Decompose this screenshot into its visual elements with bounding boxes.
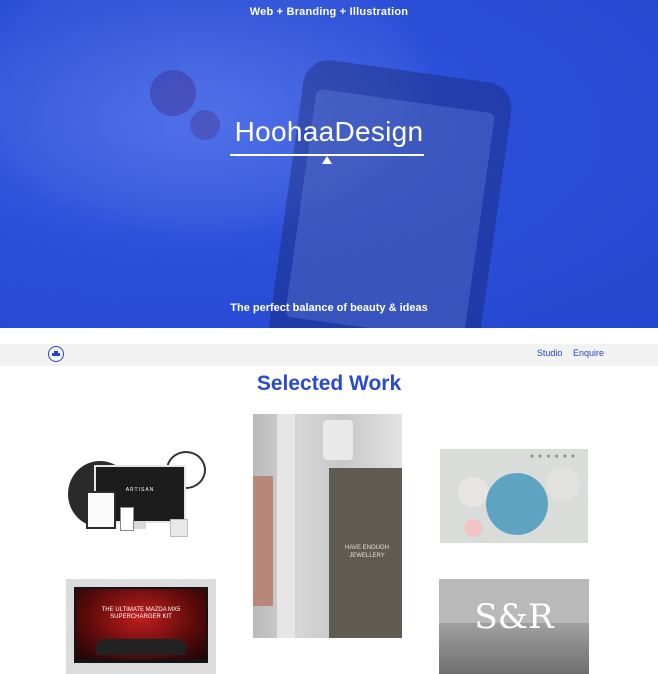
- work-card-mazda-supercharger[interactable]: THE ULTIMATE MAZDA MX5 SUPERCHARGER KIT: [66, 579, 216, 674]
- nav-link-enquire[interactable]: Enquire: [573, 348, 604, 358]
- work-card-bubbles-website[interactable]: ● ● ● ● ● ●: [440, 449, 588, 543]
- shopfront-poster: [253, 476, 273, 606]
- hero-berry-decoration: [150, 70, 196, 116]
- nav-links: Studio Enquire: [529, 348, 604, 358]
- shop-window-text: HAVE ENOUGH JEWELLERY: [345, 545, 389, 559]
- car-image: [96, 639, 186, 655]
- work-card-artisan[interactable]: ARTISAN: [66, 447, 212, 543]
- logo-icon[interactable]: [48, 346, 64, 362]
- hero-logo-text[interactable]: HoohaaDesign: [0, 116, 658, 148]
- nav-link-studio[interactable]: Studio: [537, 348, 563, 358]
- work-card-jewellery-shop[interactable]: HAVE ENOUGH JEWELLERY: [253, 414, 402, 638]
- logo-triangle-icon: [322, 156, 332, 164]
- bubble-main-decoration: [486, 473, 548, 535]
- hero-services-text: Web + Branding + Illustration: [249, 6, 409, 18]
- sr-logo-text: S&R: [474, 597, 554, 637]
- section-title: Selected Work: [256, 372, 402, 395]
- phone-image: [120, 507, 134, 531]
- hero-tagline: The perfect balance of beauty & ideas: [230, 302, 428, 314]
- work-card-sr-branding[interactable]: S&R: [439, 579, 589, 674]
- top-nav-bar: Studio Enquire: [0, 344, 658, 366]
- mazda-headline: THE ULTIMATE MAZDA MX5 SUPERCHARGER KIT: [101, 607, 181, 620]
- speaker-image: [170, 519, 188, 537]
- hero-banner: Web + Branding + Illustration HoohaaDesi…: [0, 0, 658, 328]
- shop-sign-icon: [323, 420, 353, 460]
- dot-navigation-decoration: ● ● ● ● ● ●: [530, 453, 577, 460]
- bubble-decoration: [464, 519, 482, 537]
- tablet-image: [86, 491, 116, 529]
- bubble-decoration: [546, 467, 580, 501]
- monitor-stand: [132, 521, 146, 529]
- shopfront-column: [277, 414, 295, 638]
- bubble-decoration: [458, 477, 488, 507]
